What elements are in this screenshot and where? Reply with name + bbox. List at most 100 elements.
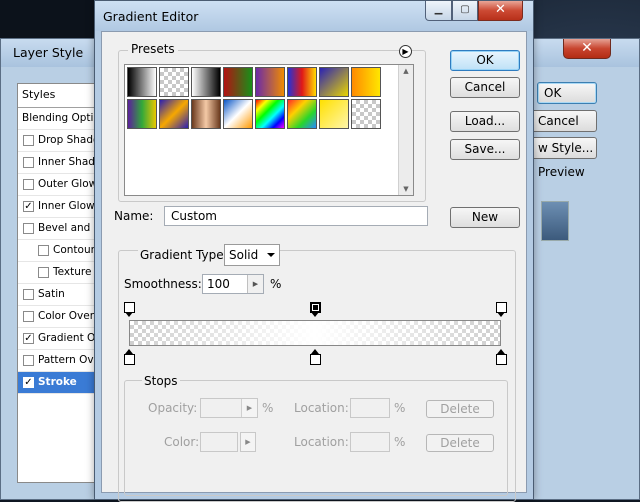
color-swatch[interactable] (200, 432, 238, 452)
preset-swatch[interactable] (191, 67, 221, 97)
preset-swatch[interactable] (159, 99, 189, 129)
color-location-input[interactable] (350, 432, 390, 452)
style-checkbox[interactable]: ✓ (23, 377, 34, 388)
opacity-delete-button[interactable]: Delete (426, 400, 494, 418)
style-item[interactable]: Color Overlay (18, 306, 102, 328)
style-item[interactable]: Outer Glow (18, 174, 102, 196)
layer-style-cancel-button[interactable]: Cancel (531, 110, 597, 132)
color-stop[interactable] (123, 349, 135, 365)
name-label: Name: (114, 209, 154, 223)
preset-swatch[interactable] (255, 67, 285, 97)
layer-style-close-button[interactable]: ✕ (563, 39, 611, 59)
preset-swatch[interactable] (287, 67, 317, 97)
style-item-label: Drop Shadow (38, 134, 102, 146)
color-stop[interactable] (495, 349, 507, 365)
scroll-down-icon[interactable]: ▼ (399, 185, 413, 193)
style-item[interactable]: Contour (18, 240, 102, 262)
gradient-editor-title: Gradient Editor (103, 9, 199, 24)
preset-swatch[interactable] (191, 99, 221, 129)
gradient-type-value: Solid (229, 248, 259, 262)
styles-header[interactable]: Styles (18, 84, 102, 108)
preset-swatch[interactable] (351, 67, 381, 97)
opacity-stop[interactable] (495, 302, 507, 318)
presets-scrollbar[interactable]: ▲ ▼ (398, 65, 413, 195)
style-item-label: Stroke (38, 376, 77, 388)
chevron-down-icon (267, 253, 275, 257)
name-input[interactable]: Custom (164, 206, 428, 226)
style-item[interactable]: Drop Shadow (18, 130, 102, 152)
opacity-percent: % (262, 401, 274, 415)
color-location-label: Location: (294, 435, 349, 449)
minimize-button[interactable]: ▁ (425, 1, 452, 21)
preset-swatch[interactable] (159, 67, 189, 97)
gradient-bar[interactable] (129, 320, 501, 346)
style-checkbox[interactable] (23, 157, 34, 168)
style-item[interactable]: Texture (18, 262, 102, 284)
opacity-spin-icon[interactable]: ▶ (241, 399, 257, 417)
preset-swatch[interactable] (127, 99, 157, 129)
preset-swatch[interactable] (223, 99, 253, 129)
layer-style-ok-button[interactable]: OK (537, 82, 597, 104)
style-checkbox[interactable]: ✓ (23, 201, 34, 212)
cancel-button[interactable]: Cancel (450, 77, 520, 98)
presets-menu-icon[interactable]: ▶ (399, 45, 412, 58)
style-checkbox[interactable]: ✓ (23, 333, 34, 344)
style-checkbox[interactable] (23, 223, 34, 234)
smoothness-input[interactable]: 100 ▶ (202, 274, 264, 294)
color-picker-arrow-icon[interactable]: ▶ (240, 432, 256, 452)
new-button[interactable]: New (450, 207, 520, 228)
style-item[interactable]: Pattern Overlay (18, 350, 102, 372)
style-checkbox[interactable] (23, 311, 34, 322)
style-checkbox[interactable] (23, 355, 34, 366)
style-item-label: Pattern Overlay (38, 354, 102, 366)
preset-swatch[interactable] (223, 67, 253, 97)
style-item-label: Texture (53, 266, 92, 278)
preset-swatch[interactable] (319, 99, 349, 129)
smoothness-percent: % (270, 277, 282, 291)
scroll-up-icon[interactable]: ▲ (399, 67, 413, 75)
layer-style-title: Layer Style (13, 45, 84, 60)
opacity-input[interactable]: ▶ (200, 398, 258, 418)
preset-swatch[interactable] (319, 67, 349, 97)
smoothness-spin-icon[interactable]: ▶ (247, 275, 263, 293)
new-style-button[interactable]: w Style... (531, 137, 597, 159)
color-stop[interactable] (309, 349, 321, 365)
style-checkbox[interactable] (23, 135, 34, 146)
preset-swatch[interactable] (127, 67, 157, 97)
style-item-label: Bevel and Emboss (38, 222, 102, 234)
style-checkbox[interactable] (23, 179, 34, 190)
style-checkbox[interactable] (38, 245, 49, 256)
style-item[interactable]: Inner Shadow (18, 152, 102, 174)
style-item-label: Inner Glow (38, 200, 95, 212)
preset-swatch[interactable] (287, 99, 317, 129)
ok-button[interactable]: OK (450, 50, 520, 71)
style-item-label: Satin (38, 288, 65, 300)
style-item[interactable]: Bevel and Emboss (18, 218, 102, 240)
maximize-button[interactable]: ▢ (452, 1, 478, 21)
smoothness-value: 100 (207, 277, 230, 291)
opacity-stop[interactable] (123, 302, 135, 318)
gradient-type-select[interactable]: Solid (224, 244, 280, 266)
color-delete-button[interactable]: Delete (426, 434, 494, 452)
close-button[interactable]: ✕ (478, 1, 523, 21)
load-button[interactable]: Load... (450, 111, 520, 132)
style-item[interactable]: Satin (18, 284, 102, 306)
style-item[interactable]: ✓ Stroke (18, 372, 102, 394)
opacity-location-input[interactable] (350, 398, 390, 418)
opacity-stop[interactable] (309, 302, 321, 318)
save-button[interactable]: Save... (450, 139, 520, 160)
presets-swatch-grid: ▲ ▼ (124, 64, 414, 196)
opacity-location-percent: % (394, 401, 406, 415)
preset-swatch[interactable] (351, 99, 381, 129)
color-label: Color: (164, 435, 200, 449)
gradient-editor-titlebar[interactable]: Gradient Editor ▁ ▢ ✕ (95, 1, 533, 31)
style-item[interactable]: Blending Options: Default (18, 108, 102, 130)
style-item[interactable]: ✓ Inner Glow (18, 196, 102, 218)
presets-label: Presets (128, 42, 178, 56)
gradient-editor-client: Presets ▶ ▲ ▼ OK Cancel Load... Save... … (101, 31, 527, 502)
gradient-type-label: Gradient Type: (138, 248, 230, 262)
preset-swatch[interactable] (255, 99, 285, 129)
style-checkbox[interactable] (38, 267, 49, 278)
style-item[interactable]: ✓ Gradient Overlay (18, 328, 102, 350)
style-checkbox[interactable] (23, 289, 34, 300)
